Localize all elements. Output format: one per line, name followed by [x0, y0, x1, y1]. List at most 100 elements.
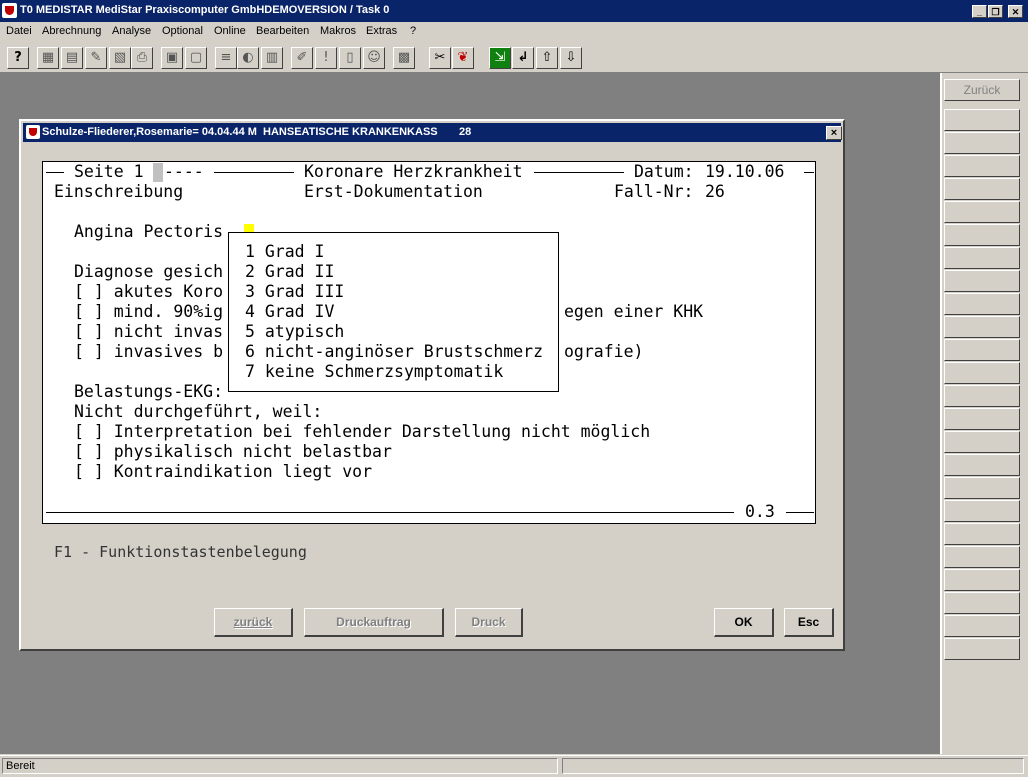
menu-analyse[interactable]: Analyse	[112, 25, 151, 37]
nicht-label: Nicht durchgeführt, weil:	[74, 402, 323, 421]
page-cursor	[153, 163, 163, 182]
restore-button[interactable]: ❐	[988, 5, 1003, 18]
dialog-title: Schulze-Fliederer,Rosemarie= 04.04.44 M …	[42, 126, 472, 138]
ok-button[interactable]: OK	[714, 608, 774, 637]
status-bar: Bereit	[0, 755, 1028, 777]
esc-button[interactable]: Esc	[784, 608, 834, 637]
side-button[interactable]	[944, 270, 1020, 292]
close-button[interactable]: ✕	[1008, 5, 1023, 18]
menu-abrechnung[interactable]: Abrechnung	[42, 25, 101, 37]
popup-item[interactable]: 7 keine Schmerzsymptomatik	[245, 362, 503, 382]
side-button[interactable]	[944, 408, 1020, 430]
help-icon[interactable]: ?	[7, 47, 29, 69]
diagnose-label: Diagnose gesich	[74, 262, 224, 281]
version-label: 0.3	[745, 502, 775, 521]
side-button[interactable]	[944, 431, 1020, 453]
datum-label: Datum:	[634, 162, 694, 181]
side-button[interactable]	[944, 362, 1020, 384]
check-line-1[interactable]: [ ] akutes Koro	[74, 282, 223, 302]
popup-item[interactable]: 2 Grad II	[245, 262, 334, 282]
sub-title: Erst-Dokumentation	[304, 182, 483, 201]
check-line-3[interactable]: [ ] nicht invas	[74, 322, 223, 342]
menu-makros[interactable]: Makros	[320, 25, 356, 37]
user-icon[interactable]: ☺	[363, 47, 385, 69]
chart-icon[interactable]: ◐	[237, 47, 259, 69]
popup-item[interactable]: 1 Grad I	[245, 242, 324, 262]
header-line	[534, 172, 624, 173]
dialog-close-button[interactable]: ×	[826, 126, 842, 140]
menu-online[interactable]: Online	[214, 25, 246, 37]
check-line-4-tail: ografie)	[564, 342, 644, 361]
option-kontraindikation[interactable]: [ ] Kontraindikation liegt vor	[74, 462, 372, 482]
menu-help[interactable]: ?	[410, 25, 416, 37]
header-dashes: ----	[164, 162, 204, 181]
side-button[interactable]	[944, 316, 1020, 338]
header-line	[804, 172, 814, 173]
side-button[interactable]	[944, 339, 1020, 361]
fall-value: 26	[705, 182, 725, 201]
option-interpretation[interactable]: [ ] Interpretation bei fehlender Darstel…	[74, 422, 650, 442]
header-line	[46, 172, 64, 173]
book-icon[interactable]: ▯	[339, 47, 361, 69]
status-text: Bereit	[2, 758, 558, 774]
menu-bar: Datei Abrechnung Analyse Optional Online…	[0, 22, 1028, 41]
side-button[interactable]	[944, 546, 1020, 568]
exclaim-icon[interactable]: !	[315, 47, 337, 69]
tool4-icon[interactable]: ▧	[109, 47, 131, 69]
popup-item[interactable]: 4 Grad IV	[245, 302, 334, 322]
side-zuruck-button[interactable]: Zurück	[944, 79, 1020, 101]
side-button[interactable]	[944, 178, 1020, 200]
side-button[interactable]	[944, 247, 1020, 269]
side-button[interactable]	[944, 109, 1020, 131]
side-button[interactable]	[944, 523, 1020, 545]
side-button[interactable]	[944, 500, 1020, 522]
side-button[interactable]	[944, 293, 1020, 315]
scissors-icon[interactable]: ✂	[429, 47, 451, 69]
popup-item[interactable]: 5 atypisch	[245, 322, 344, 342]
menu-optional[interactable]: Optional	[162, 25, 203, 37]
check-line-2[interactable]: [ ] mind. 90%ig	[74, 302, 223, 322]
side-button[interactable]	[944, 477, 1020, 499]
list-icon[interactable]: ≡	[215, 47, 237, 69]
menu-datei[interactable]: Datei	[6, 25, 32, 37]
druck-button[interactable]: Druck	[455, 608, 523, 637]
check-line-4[interactable]: [ ] invasives b	[74, 342, 223, 362]
side-button[interactable]	[944, 201, 1020, 223]
minimize-button[interactable]: _	[972, 5, 987, 18]
option-physikalisch[interactable]: [ ] physikalisch nicht belastbar	[74, 442, 392, 462]
popup-item[interactable]: 3 Grad III	[245, 282, 344, 302]
tool2-icon[interactable]: ▤	[61, 47, 83, 69]
tool3-icon[interactable]: ✎	[85, 47, 107, 69]
side-button[interactable]	[944, 132, 1020, 154]
doc-icon[interactable]: ▢	[185, 47, 207, 69]
side-button[interactable]	[944, 385, 1020, 407]
menu-bearbeiten[interactable]: Bearbeiten	[256, 25, 309, 37]
popup-item[interactable]: 6 nicht-anginöser Brustschmerz	[245, 342, 543, 362]
zuruck-button[interactable]: zurück	[214, 608, 293, 637]
copy-icon[interactable]: ❦	[452, 47, 474, 69]
side-button[interactable]	[944, 592, 1020, 614]
grid-icon[interactable]: ▥	[261, 47, 283, 69]
side-button[interactable]	[944, 454, 1020, 476]
status-field-secondary	[562, 758, 1024, 774]
save-icon[interactable]: ▣	[161, 47, 183, 69]
belastung-label: Belastungs-EKG:	[74, 382, 224, 401]
menu-extras[interactable]: Extras	[366, 25, 397, 37]
side-button[interactable]	[944, 638, 1020, 660]
pen-icon[interactable]: ✐	[291, 47, 313, 69]
check-line-2-tail: egen einer KHK	[564, 302, 704, 321]
side-button[interactable]	[944, 224, 1020, 246]
print-icon[interactable]: ⎙	[131, 47, 153, 69]
fall-label: Fall-Nr:	[614, 182, 694, 201]
up-arrow-icon[interactable]: ⇧	[536, 47, 558, 69]
exit-icon[interactable]: ⇲	[489, 47, 511, 69]
tool1-icon[interactable]: ▦	[37, 47, 59, 69]
calc-icon[interactable]: ▩	[393, 47, 415, 69]
druckauftrag-button[interactable]: Druckauftrag	[304, 608, 444, 637]
app-icon	[2, 3, 17, 18]
side-button[interactable]	[944, 155, 1020, 177]
side-button[interactable]	[944, 615, 1020, 637]
side-button[interactable]	[944, 569, 1020, 591]
down-arrow-icon[interactable]: ⇩	[560, 47, 582, 69]
enter-icon[interactable]: ↲	[512, 47, 534, 69]
